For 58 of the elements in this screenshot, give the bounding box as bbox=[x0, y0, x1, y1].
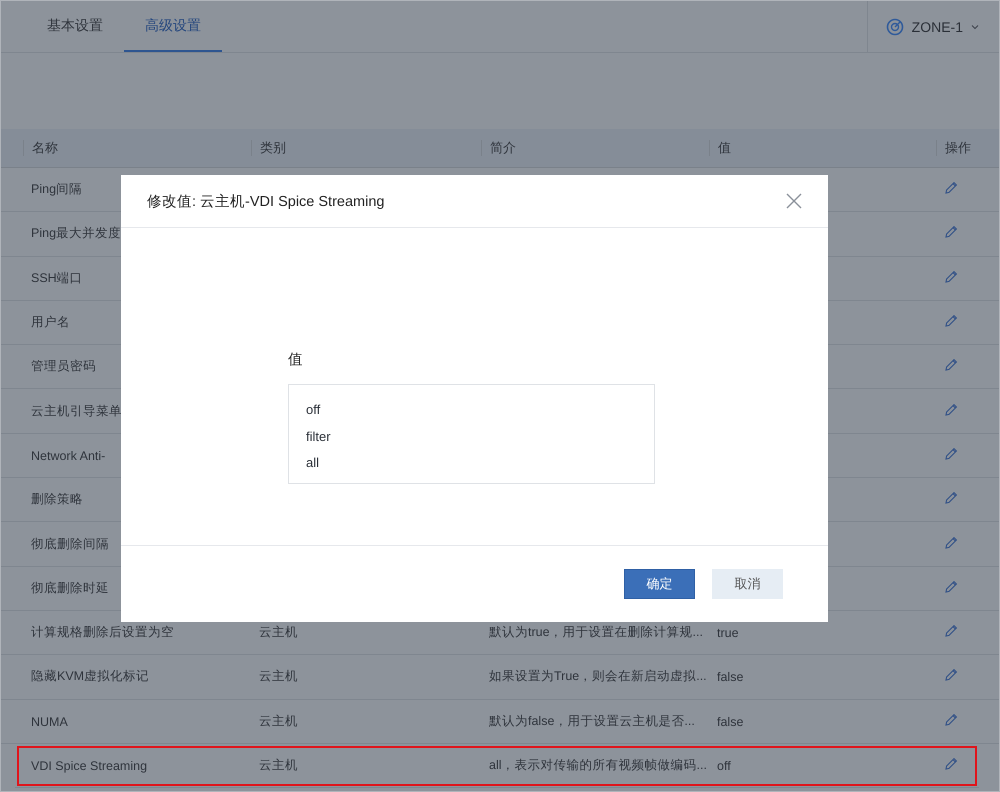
table-cell: true bbox=[717, 626, 739, 640]
column-header: 名称 bbox=[32, 139, 58, 157]
table-cell: 彻底删除时延 bbox=[31, 580, 109, 595]
column-header: 简介 bbox=[490, 139, 516, 157]
table-cell: 删除策略 bbox=[31, 492, 83, 506]
option-list[interactable]: off filter all bbox=[288, 384, 655, 484]
edit-icon[interactable] bbox=[944, 225, 958, 240]
list-option[interactable]: off bbox=[289, 397, 654, 424]
list-option[interactable]: all bbox=[289, 450, 654, 476]
table-cell: 隐藏KVM虚拟化标记 bbox=[31, 669, 150, 684]
table-cell: Ping间隔 bbox=[31, 182, 82, 196]
edit-icon[interactable] bbox=[944, 446, 958, 461]
column-header: 值 bbox=[718, 139, 731, 157]
list-option[interactable]: filter bbox=[289, 424, 654, 450]
edit-icon[interactable] bbox=[944, 181, 958, 196]
table-cell: SSH端口 bbox=[31, 270, 83, 285]
column-header: 类别 bbox=[260, 139, 286, 157]
table-cell: 用户名 bbox=[31, 315, 70, 330]
table-cell: false bbox=[717, 670, 744, 684]
table-cell: 管理员密码 bbox=[31, 359, 96, 374]
caret-icon bbox=[971, 24, 979, 30]
edit-icon[interactable] bbox=[944, 270, 958, 284]
edit-icon[interactable] bbox=[944, 314, 958, 328]
zone-selector[interactable]: ZONE-1 bbox=[866, 1, 999, 52]
table-cell: VDI Spice Streaming bbox=[31, 759, 148, 773]
table-cell: false bbox=[717, 714, 744, 729]
table-cell: 云主机 bbox=[259, 714, 298, 728]
edit-icon[interactable] bbox=[944, 358, 958, 372]
dialog-title: 修改值: 云主机-VDI Spice Streaming bbox=[147, 192, 384, 210]
edit-icon[interactable] bbox=[944, 536, 958, 550]
table-cell: 云主机引导菜单 bbox=[31, 404, 122, 418]
table-cell: 云主机 bbox=[259, 669, 298, 684]
table-cell: Network Anti- bbox=[31, 448, 106, 463]
table-cell: all，表示对传输的所有视频帧做编码... bbox=[489, 758, 707, 772]
edit-icon[interactable] bbox=[944, 402, 958, 417]
table-cell: 默认为false，用于设置云主机是否... bbox=[489, 714, 695, 728]
column-header: 操作 bbox=[945, 139, 971, 157]
table-cell: 云主机 bbox=[259, 758, 298, 772]
edit-icon[interactable] bbox=[944, 757, 958, 771]
table-cell: NUMA bbox=[31, 714, 68, 729]
table-cell: 彻底删除间隔 bbox=[31, 536, 109, 551]
edit-icon[interactable] bbox=[944, 624, 958, 638]
edit-icon[interactable] bbox=[944, 580, 958, 594]
table-cell: 默认为true，用于设置在删除计算规... bbox=[489, 625, 703, 640]
table-cell: 如果设置为True，则会在新启动虚拟... bbox=[489, 669, 707, 684]
edit-icon[interactable] bbox=[944, 668, 958, 682]
table-cell: off bbox=[717, 759, 731, 773]
table-cell: 计算规格删除后设置为空 bbox=[31, 625, 174, 640]
edit-icon[interactable] bbox=[944, 491, 958, 506]
edit-icon[interactable] bbox=[944, 712, 958, 727]
tab[interactable]: 基本设置 bbox=[26, 1, 124, 52]
table-cell: 云主机 bbox=[259, 625, 298, 640]
field-label: 值 bbox=[288, 351, 304, 369]
confirm-button[interactable]: 确定 bbox=[624, 569, 695, 599]
cancel-button[interactable]: 取消 bbox=[712, 569, 783, 599]
table-cell: Ping最大并发度 bbox=[31, 226, 122, 240]
close-icon[interactable] bbox=[786, 193, 802, 209]
target-icon bbox=[886, 18, 904, 36]
